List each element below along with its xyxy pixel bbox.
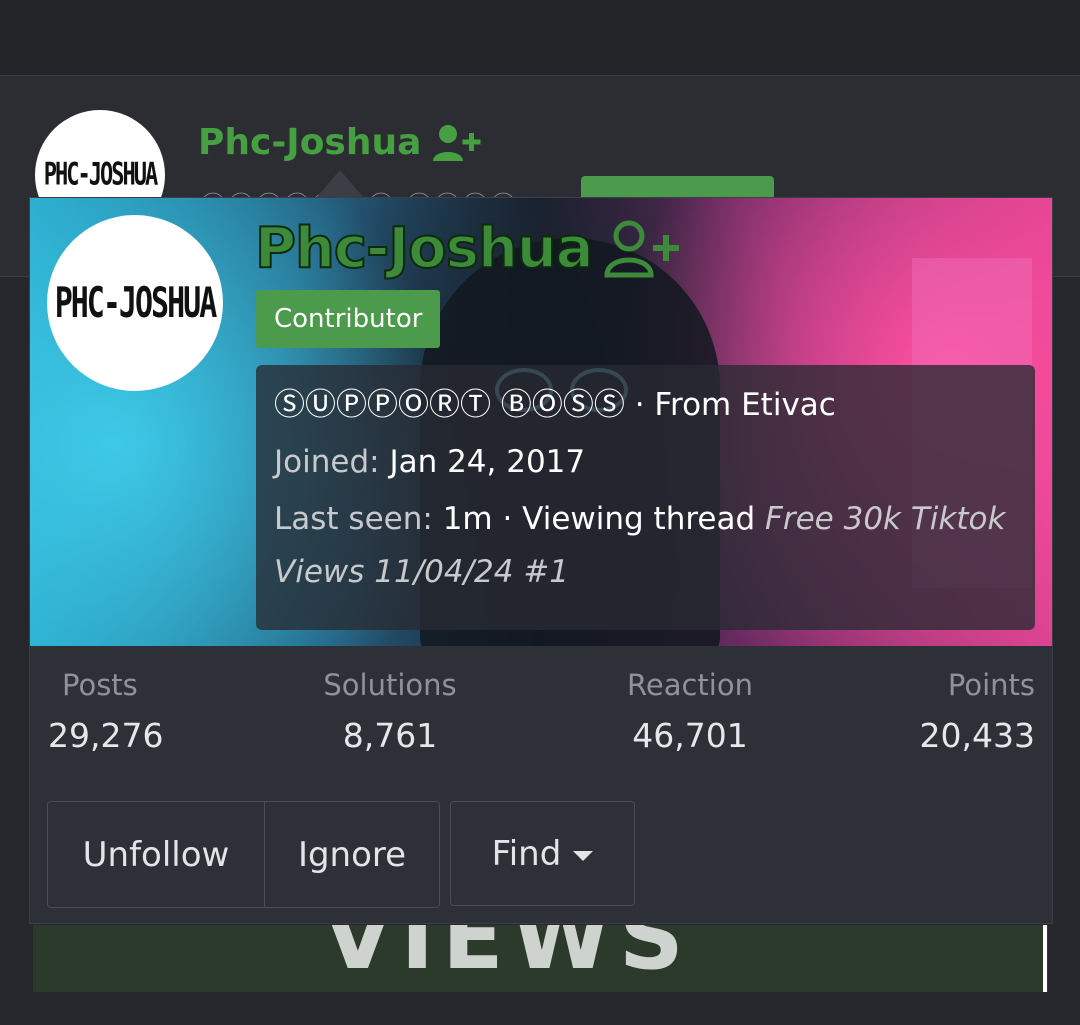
stat-label: Points (947, 668, 1035, 702)
stat-points[interactable]: Points 20,433 (890, 668, 1035, 755)
stat-value: 46,701 (632, 716, 748, 755)
member-location: · From Etivac (634, 387, 836, 423)
ignore-button[interactable]: Ignore (264, 802, 439, 907)
profile-banner: PHC-JOSHUA Phc-Joshua Contributor ⓈⓊⓅⓅⓄⓇ… (30, 198, 1052, 646)
joined-date: Jan 24, 2017 (389, 444, 586, 481)
stat-reaction[interactable]: Reaction 46,701 (610, 668, 770, 755)
top-bar (0, 0, 1080, 76)
avatar-logo-text: PHC-JOSHUA (43, 157, 158, 193)
background-image-text: VIEWS (323, 925, 692, 990)
member-tooltip-card: PHC-JOSHUA Phc-Joshua Contributor ⓈⓊⓅⓅⓄⓇ… (29, 197, 1053, 924)
stat-value: 8,761 (342, 716, 438, 755)
user-banner-badge: Contributor (256, 290, 441, 348)
joined-line: Joined: Jan 24, 2017 (274, 444, 1017, 481)
member-title: ⓈⓊⓅⓅⓄⓇⓉ ⒷⓄⓈⓈ (274, 387, 625, 423)
member-action-buttons: Unfollow Ignore (47, 801, 440, 908)
last-seen-line: Last seen: 1m · Viewing thread Free 30k … (274, 493, 1017, 598)
avatar-logo-text: PHC-JOSHUA (54, 278, 218, 328)
username[interactable]: Phc-Joshua (254, 215, 683, 282)
background-username[interactable]: Phc-Joshua (198, 122, 481, 163)
caret-down-icon (573, 850, 594, 861)
stat-label: Posts (62, 668, 138, 702)
member-title-line: ⓈⓊⓅⓅⓄⓇⓉ ⒷⓄⓈⓈ · From Etivac (274, 387, 1017, 424)
username-text[interactable]: Phc-Joshua (254, 215, 595, 282)
scrollbar[interactable] (1043, 925, 1047, 992)
find-button-label: Find (491, 833, 562, 874)
avatar[interactable]: PHC-JOSHUA (47, 215, 223, 391)
activity-text: · Viewing thread (502, 501, 756, 538)
last-seen-label: Last seen: (274, 501, 433, 538)
popup-caret (316, 170, 364, 198)
stat-value: 29,276 (48, 716, 164, 755)
stat-solutions[interactable]: Solutions 8,761 (310, 668, 470, 755)
user-plus-icon[interactable] (603, 219, 683, 279)
joined-label: Joined: (274, 444, 380, 481)
last-seen-time: 1m (442, 501, 493, 538)
stat-label: Reaction (627, 668, 753, 702)
stat-posts[interactable]: Posts 29,276 (48, 668, 198, 755)
user-plus-icon[interactable] (431, 123, 481, 163)
member-stats: Posts 29,276 Solutions 8,761 Reaction 46… (30, 668, 1052, 778)
find-button[interactable]: Find (450, 801, 635, 906)
stat-label: Solutions (323, 668, 457, 702)
member-info-box: ⓈⓊⓅⓅⓄⓇⓉ ⒷⓄⓈⓈ · From Etivac Joined: Jan 2… (256, 365, 1035, 630)
unfollow-button[interactable]: Unfollow (48, 802, 264, 907)
background-thread-image: VIEWS (33, 925, 1048, 992)
background-username-text[interactable]: Phc-Joshua (198, 122, 421, 163)
stat-value: 20,433 (919, 716, 1035, 755)
